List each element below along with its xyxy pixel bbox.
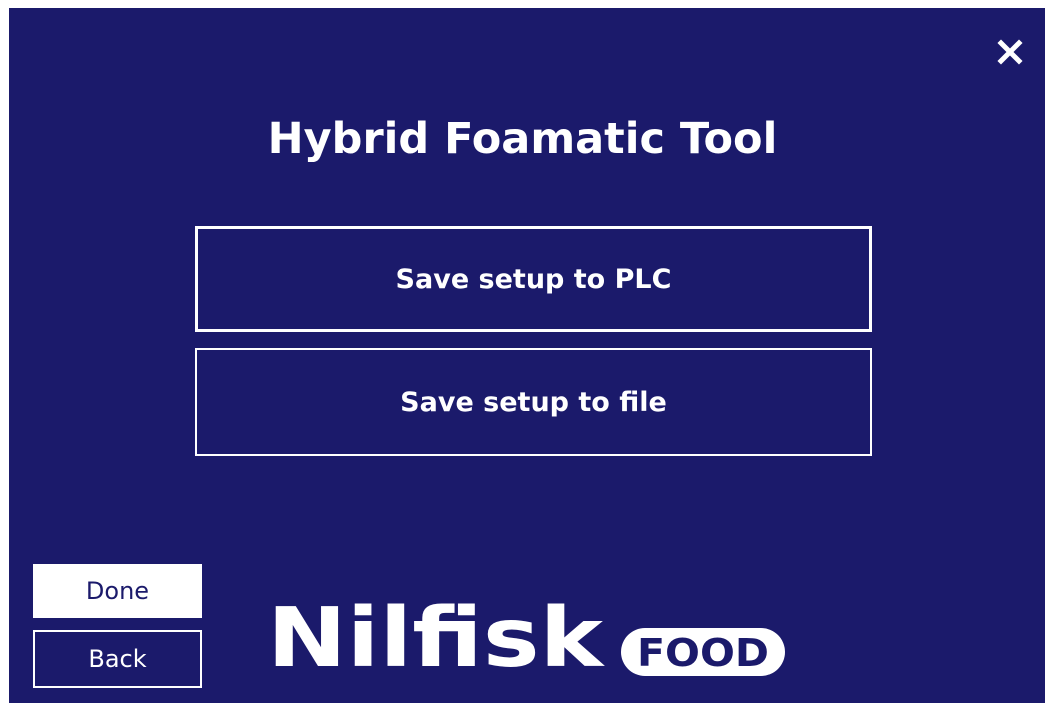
logo-brand-text: Nilfisk — [267, 591, 606, 686]
dialog-title: Hybrid Foamatic Tool — [267, 114, 778, 164]
back-button[interactable]: Back — [33, 630, 202, 688]
save-to-plc-button[interactable]: Save setup to PLC — [195, 226, 872, 332]
logo-badge-text: FOOD — [637, 631, 769, 675]
save-to-file-button[interactable]: Save setup to file — [195, 348, 872, 456]
close-button[interactable] — [994, 36, 1026, 68]
dialog-window: Hybrid Foamatic Tool Save setup to PLC S… — [9, 8, 1045, 703]
nilfisk-food-logo: Nilfisk FOOD — [267, 591, 785, 686]
done-button[interactable]: Done — [33, 564, 202, 618]
close-icon — [997, 39, 1023, 65]
